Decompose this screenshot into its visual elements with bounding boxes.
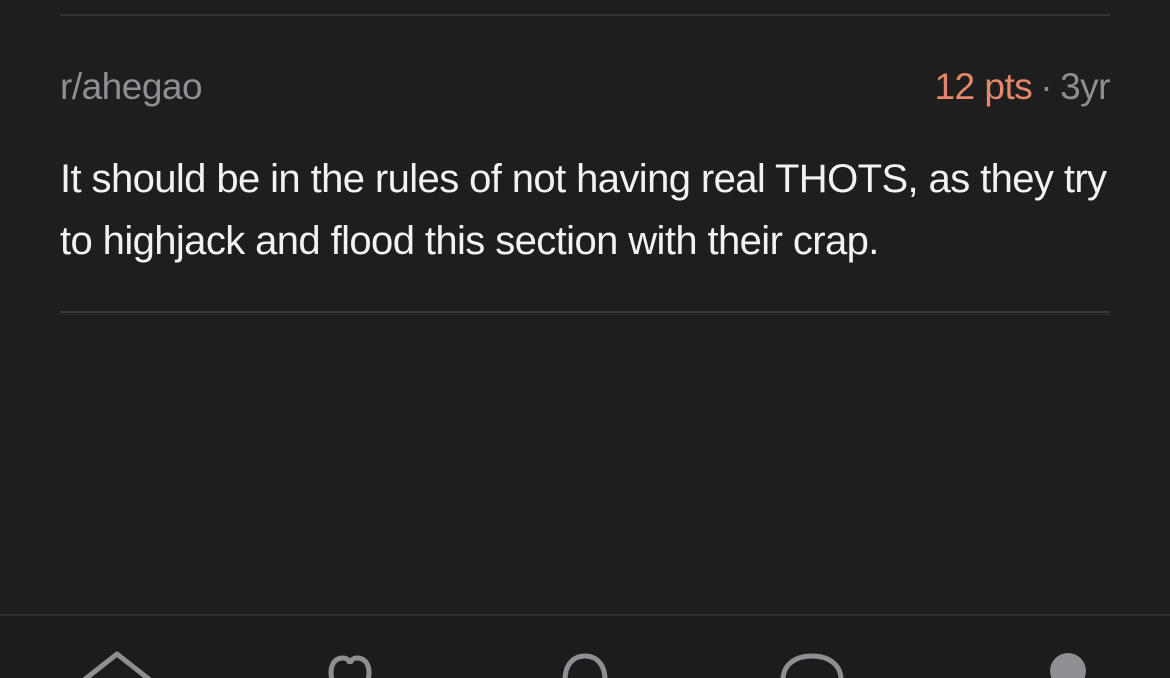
comment-age: 3yr	[1060, 66, 1110, 107]
home-icon	[72, 616, 162, 678]
tab-profile[interactable]	[993, 616, 1113, 678]
comment-body: It should be in the rules of not having …	[60, 157, 1107, 263]
top-divider	[60, 14, 1110, 16]
tab-inbox[interactable]	[752, 616, 872, 678]
meta-separator: ·	[1040, 66, 1053, 107]
heart-icon	[305, 616, 395, 678]
comment-meta: r/ahegao 12 pts · 3yr	[60, 66, 1110, 118]
comment-screen: r/ahegao 12 pts · 3yr It should be in the …	[0, 0, 1170, 678]
tab-bar	[0, 614, 1170, 678]
chat-icon	[767, 616, 857, 678]
bottom-divider	[60, 311, 1110, 315]
comment-stats: 12 pts · 3yr	[934, 66, 1110, 108]
tab-search[interactable]	[525, 616, 645, 678]
points-count: 12 pts	[934, 66, 1033, 107]
tab-home[interactable]	[57, 616, 177, 678]
subreddit-link[interactable]: r/ahegao	[60, 66, 203, 108]
profile-icon	[1008, 616, 1098, 678]
search-icon	[540, 616, 630, 678]
tab-saved[interactable]	[290, 616, 410, 678]
comment-card[interactable]: r/ahegao 12 pts · 3yr It should be in the …	[60, 66, 1110, 272]
